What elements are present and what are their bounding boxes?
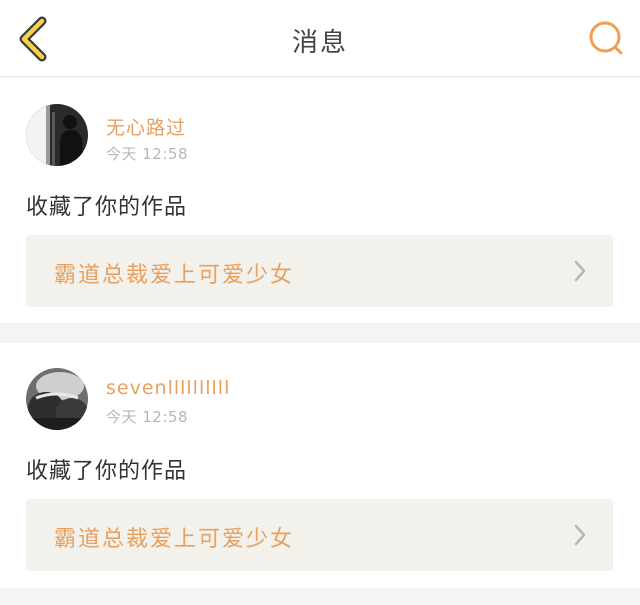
work-title: 霸道总裁爱上可爱少女 [54,527,295,552]
work-link[interactable]: 霸道总裁爱上可爱少女 [26,499,613,571]
timestamp: 今天 12:58 [106,145,188,163]
silhouette-avatar-icon [26,104,88,166]
avatar[interactable] [26,368,88,430]
action-text: 收藏了你的作品 [26,195,188,220]
chevron-right-icon [574,524,586,546]
messages-screen: 消息 无心路过 今天 12:58 收藏了你的作品 霸道总裁爱上可爱少女 seve… [0,0,640,605]
notification-item: sevenllllllllll 今天 12:58 收藏了你的作品 霸道总裁爱上可… [0,343,640,588]
chevron-right-icon [574,260,586,282]
avatar[interactable] [26,104,88,166]
notification-item: 无心路过 今天 12:58 收藏了你的作品 霸道总裁爱上可爱少女 [0,78,640,323]
app-header: 消息 [0,0,640,77]
page-title: 消息 [291,28,348,58]
work-title: 霸道总裁爱上可爱少女 [54,263,295,288]
username[interactable]: 无心路过 [106,113,186,140]
work-link[interactable]: 霸道总裁爱上可爱少女 [26,235,613,307]
list-bottom-spacer [0,588,640,605]
search-button[interactable] [586,18,626,58]
action-text: 收藏了你的作品 [26,459,188,484]
grayscale-photo-avatar-icon [26,368,88,430]
timestamp: 今天 12:58 [106,408,188,426]
username[interactable]: sevenllllllllll [106,377,230,399]
search-icon [589,21,623,55]
